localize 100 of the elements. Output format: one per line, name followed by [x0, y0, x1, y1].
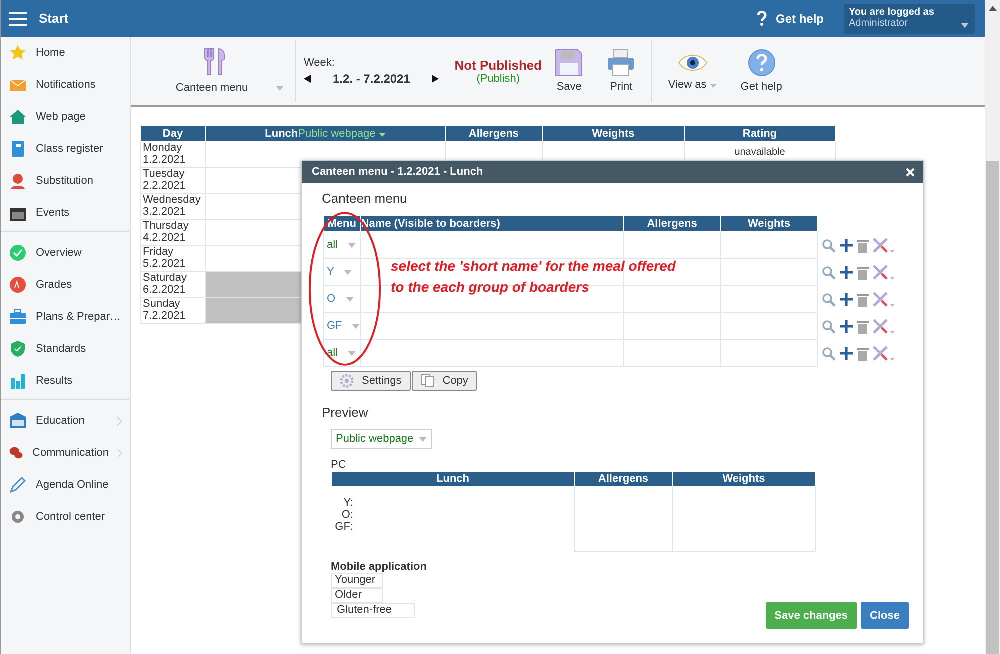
sidebar-item[interactable]: Communication [1, 437, 130, 469]
person-icon [9, 172, 27, 190]
print-button[interactable]: Print [603, 49, 640, 93]
column-header: Weights [542, 126, 684, 142]
sidebar-item[interactable]: Plans & Prepar… [1, 301, 130, 333]
module-dropdown[interactable]: Canteen menu [141, 48, 291, 94]
sidebar-item[interactable]: Standards [1, 333, 130, 365]
trash-icon[interactable] [857, 292, 870, 306]
rating-text: unavailable [734, 147, 786, 158]
shield-icon [9, 340, 27, 358]
sidebar-item[interactable]: Substitution [1, 165, 130, 197]
dialog-title: Canteen menu - 1.2.2021 - Lunch [312, 166, 484, 178]
plus-icon[interactable] [840, 347, 854, 360]
book-icon [9, 140, 27, 158]
copy-button[interactable]: Copy [412, 371, 478, 391]
plus-icon[interactable] [840, 293, 854, 306]
start-menu-button[interactable]: Start [1, 0, 77, 37]
group-label: O: [342, 509, 354, 521]
sidebar-item[interactable]: Web page [1, 101, 130, 133]
caret-icon [348, 242, 356, 248]
caret-icon [961, 22, 969, 28]
column-header: Weights [720, 216, 818, 232]
sidebar-item[interactable]: Grades [1, 269, 130, 301]
plus-icon[interactable] [840, 239, 854, 252]
help-button[interactable]: Get help [736, 49, 786, 93]
sidebar-item[interactable]: Class register [1, 133, 130, 165]
week-label: Week: [304, 56, 336, 68]
caret-icon [276, 86, 284, 90]
publish-status: Not Published [454, 58, 542, 72]
next-week-arrow-icon[interactable] [432, 74, 440, 82]
tools-icon[interactable] [873, 238, 896, 254]
caret-icon [348, 350, 356, 356]
previous-week-arrow-icon[interactable] [304, 74, 311, 82]
column-header: Allergens [624, 216, 721, 232]
column-header: Day [140, 126, 206, 142]
group-label: Y: [344, 497, 354, 509]
printer-icon [607, 49, 636, 77]
day-cell: Thursday 4.2.2021 [140, 220, 206, 246]
sidebar-item[interactable]: Results [1, 365, 130, 397]
tools-icon[interactable] [873, 346, 896, 362]
tools-icon[interactable] [873, 318, 896, 334]
sidebar-item[interactable]: Events [1, 197, 130, 229]
save-button[interactable]: Save [551, 49, 588, 93]
caret-icon [378, 132, 386, 136]
column-header: LunchPublic webpage [206, 126, 446, 142]
day-cell: Saturday 6.2.2021 [140, 272, 206, 298]
column-header: Menu [324, 216, 361, 232]
view-dropdown[interactable]: Public webpage [331, 429, 432, 449]
sidebar-item[interactable]: Control center [1, 501, 130, 533]
case-icon [9, 308, 27, 326]
column-header: Allergens [574, 472, 672, 486]
menu-icon [9, 12, 27, 26]
column-header: Rating [684, 126, 836, 142]
day-cell: Sunday 7.2.2021 [140, 298, 206, 324]
tools-icon[interactable] [873, 292, 896, 308]
close-button[interactable]: Close [861, 602, 909, 629]
caret-icon [418, 436, 427, 442]
annotation-text: select the 'short name' for the meal offered to the each group of boarders [391, 257, 678, 297]
sidebar-item[interactable]: Overview [1, 237, 130, 269]
column-header: Weights [672, 472, 816, 486]
help-link[interactable]: Get help [756, 11, 824, 26]
trash-icon[interactable] [857, 320, 870, 334]
trash-icon[interactable] [857, 238, 870, 252]
day-cell: Monday 1.2.2021 [140, 142, 206, 168]
plus-icon[interactable] [840, 320, 854, 333]
plus-icon[interactable] [840, 266, 854, 279]
pc-label: PC [331, 459, 346, 471]
caret-icon [710, 84, 717, 88]
sidebar-item[interactable]: Education [1, 405, 130, 437]
trash-icon[interactable] [857, 266, 870, 280]
tools-icon[interactable] [873, 264, 896, 280]
lunch-filter-dropdown[interactable]: Public webpage [298, 128, 386, 140]
question-mark-icon [748, 49, 776, 77]
caret-icon [344, 270, 352, 274]
sidebar-item[interactable]: Notifications [1, 69, 130, 101]
day-cell: Wednesday 3.2.2021 [140, 194, 206, 220]
user-dropdown[interactable]: You are logged as Administrator [844, 4, 975, 34]
fork-knife-icon [204, 48, 228, 76]
section-title: Canteen menu [322, 191, 408, 206]
sidebar-item[interactable]: Agenda Online [1, 469, 130, 501]
copy-icon [420, 374, 435, 388]
trash-icon[interactable] [857, 346, 870, 360]
mobile-label: Mobile application [331, 560, 427, 572]
column-header: Allergens [446, 126, 542, 142]
column-header: Lunch [332, 472, 574, 486]
question-mark-icon [756, 11, 767, 26]
group-label: GF: [335, 521, 354, 533]
sidebar-item[interactable]: Home [1, 37, 130, 69]
check-icon [9, 244, 27, 262]
day-cell: Tuesday 2.2.2021 [140, 168, 206, 194]
bars-icon [9, 372, 27, 390]
day-cell: Friday 5.2.2021 [140, 246, 206, 272]
close-icon[interactable] [906, 168, 915, 176]
scroll-up-arrow-icon[interactable] [988, 6, 996, 11]
settings-button[interactable]: Settings [331, 371, 411, 391]
week-range: 1.2. - 7.2.2021 [333, 72, 410, 86]
star-icon [9, 44, 27, 62]
scrollbar[interactable] [985, 0, 1000, 654]
view-as-dropdown[interactable]: View as [664, 51, 721, 91]
pen-icon [9, 476, 27, 494]
